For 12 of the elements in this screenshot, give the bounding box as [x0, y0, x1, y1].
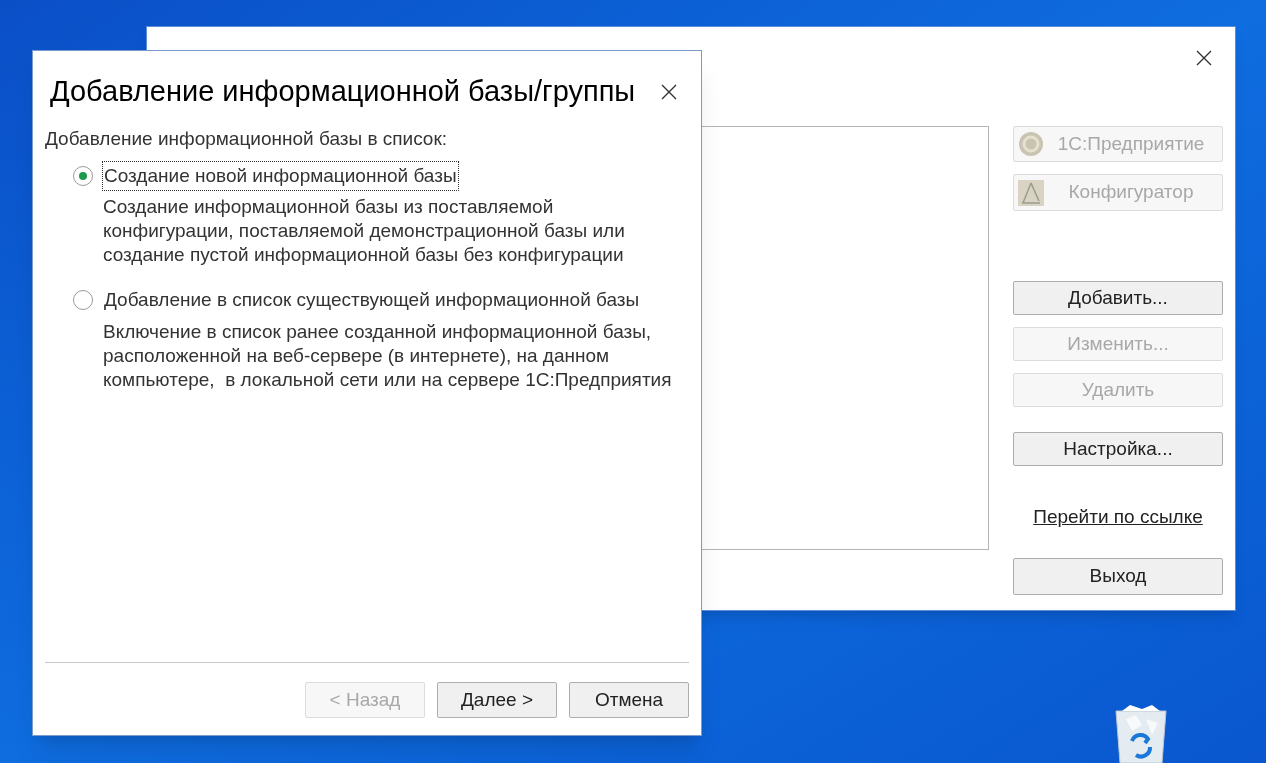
option-description: Включение в список ранее созданной информационной базы, расположенной на веб-сервере (в интернете), на данном компьютере, в локальной сети или на сервере 1С:Предприятия — [103, 319, 673, 392]
option-label[interactable]: Добавление в список существующей информационной базы — [102, 285, 642, 316]
option-label[interactable]: Создание новой информационной базы — [102, 160, 459, 191]
section-heading: Добавление информационной базы в список: — [45, 127, 449, 151]
dialog-button[interactable]: Далее > — [437, 682, 557, 718]
dialog-button[interactable]: Отмена — [569, 682, 689, 718]
settings-button[interactable]: Настройка... — [1013, 432, 1223, 466]
dialog-title: Добавление информационной базы/группы — [50, 74, 636, 110]
exit-button[interactable]: Выход — [1013, 557, 1223, 595]
open-link[interactable]: Перейти по ссылке — [1033, 503, 1203, 532]
list-action-button[interactable]: Добавить... — [1013, 281, 1223, 315]
option-description: Создание информационной базы из поставляемой конфигурации, поставляемой демонстрационной базы или создание пустой информационной базы без конфигурации — [103, 195, 626, 267]
